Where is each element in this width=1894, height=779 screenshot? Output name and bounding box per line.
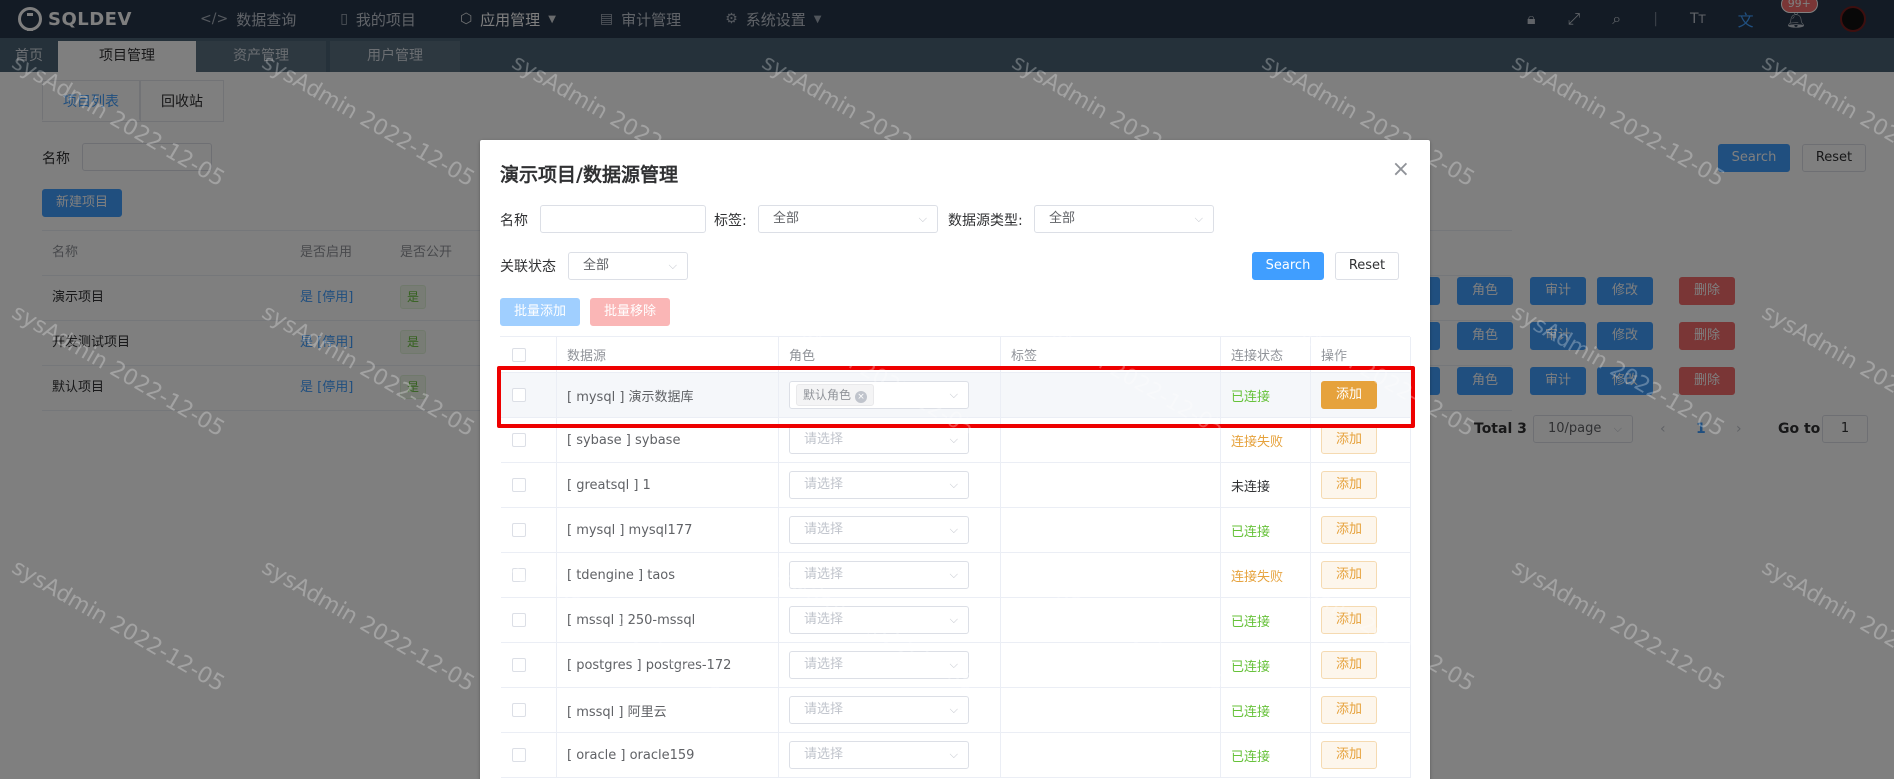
chevron-down-icon: ⌵ bbox=[949, 613, 958, 626]
connection-status: 已连接 bbox=[1221, 508, 1311, 552]
tag-cell bbox=[1001, 598, 1221, 642]
datasource-name: [ postgres ] postgres-172 bbox=[557, 643, 779, 687]
highlight-box bbox=[497, 366, 1415, 428]
link-status-label: 关联状态 bbox=[500, 259, 556, 275]
name-filter-input[interactable] bbox=[540, 205, 706, 233]
connection-status: 已连接 bbox=[1221, 688, 1311, 732]
tag-cell bbox=[1001, 553, 1221, 597]
type-filter-value: 全部 bbox=[1049, 211, 1076, 226]
type-filter-select[interactable]: 全部 ⌵ bbox=[1034, 205, 1214, 233]
chevron-down-icon: ⌵ bbox=[949, 568, 958, 581]
role-select[interactable]: 请选择 ⌵ bbox=[789, 561, 969, 589]
chevron-down-icon: ⌵ bbox=[949, 658, 958, 671]
table-row: [ mssql ] 250-mssql 请选择 ⌵ 已连接 添加 bbox=[501, 598, 1411, 643]
role-select[interactable]: 请选择 ⌵ bbox=[789, 696, 969, 724]
dialog-title: 演示项目/数据源管理 bbox=[500, 164, 678, 186]
add-button[interactable]: 添加 bbox=[1321, 426, 1377, 454]
datasource-name: [ mssql ] 阿里云 bbox=[557, 688, 779, 732]
chevron-down-icon: ⌵ bbox=[949, 523, 958, 536]
add-button[interactable]: 添加 bbox=[1321, 741, 1377, 769]
table-row: [ oracle ] oracle159 请选择 ⌵ 已连接 添加 bbox=[501, 733, 1411, 778]
role-placeholder: 请选择 bbox=[804, 567, 844, 582]
row-checkbox[interactable] bbox=[512, 568, 526, 582]
row-checkbox[interactable] bbox=[512, 433, 526, 447]
datasource-name: [ tdengine ] taos bbox=[557, 553, 779, 597]
close-icon[interactable]: × bbox=[1392, 159, 1410, 181]
chevron-down-icon: ⌵ bbox=[949, 478, 958, 491]
add-button[interactable]: 添加 bbox=[1321, 471, 1377, 499]
role-select[interactable]: 请选择 ⌵ bbox=[789, 741, 969, 769]
chevron-down-icon: ⌵ bbox=[949, 433, 958, 446]
add-button[interactable]: 添加 bbox=[1321, 606, 1377, 634]
connection-status: 已连接 bbox=[1221, 733, 1311, 777]
connection-status: 已连接 bbox=[1221, 643, 1311, 687]
link-status-select[interactable]: 全部 ⌵ bbox=[568, 252, 688, 280]
datasource-name: [ greatsql ] 1 bbox=[557, 463, 779, 507]
role-placeholder: 请选择 bbox=[804, 612, 844, 627]
role-placeholder: 请选择 bbox=[804, 522, 844, 537]
add-button[interactable]: 添加 bbox=[1321, 651, 1377, 679]
tag-cell bbox=[1001, 688, 1221, 732]
row-checkbox[interactable] bbox=[512, 748, 526, 762]
table-row: [ greatsql ] 1 请选择 ⌵ 未连接 添加 bbox=[501, 463, 1411, 508]
connection-status: 连接失败 bbox=[1221, 553, 1311, 597]
batch-add-button[interactable]: 批量添加 bbox=[500, 298, 580, 326]
role-placeholder: 请选择 bbox=[804, 747, 844, 762]
chevron-down-icon: ⌵ bbox=[668, 259, 677, 272]
table-row: [ mssql ] 阿里云 请选择 ⌵ 已连接 添加 bbox=[501, 688, 1411, 733]
tag-cell bbox=[1001, 733, 1221, 777]
row-checkbox[interactable] bbox=[512, 613, 526, 627]
role-select[interactable]: 请选择 ⌵ bbox=[789, 606, 969, 634]
datasource-name: [ oracle ] oracle159 bbox=[557, 733, 779, 777]
table-row: [ mysql ] mysql177 请选择 ⌵ 已连接 添加 bbox=[501, 508, 1411, 553]
table-row: [ tdengine ] taos 请选择 ⌵ 连接失败 添加 bbox=[501, 553, 1411, 598]
role-placeholder: 请选择 bbox=[804, 702, 844, 717]
name-filter-label: 名称 bbox=[500, 213, 528, 229]
tag-cell bbox=[1001, 508, 1221, 552]
tag-filter-value: 全部 bbox=[773, 211, 800, 226]
role-placeholder: 请选择 bbox=[804, 477, 844, 492]
chevron-down-icon: ⌵ bbox=[949, 703, 958, 716]
row-checkbox[interactable] bbox=[512, 703, 526, 717]
table-row: [ postgres ] postgres-172 请选择 ⌵ 已连接 添加 bbox=[501, 643, 1411, 688]
tag-filter-select[interactable]: 全部 ⌵ bbox=[758, 205, 938, 233]
datasource-table: 数据源 角色 标签 连接状态 操作 [ mysql ] 演示数据库 默认角色 × ⌵… bbox=[500, 336, 1411, 778]
connection-status: 未连接 bbox=[1221, 463, 1311, 507]
add-button[interactable]: 添加 bbox=[1321, 696, 1377, 724]
role-placeholder: 请选择 bbox=[804, 657, 844, 672]
role-placeholder: 请选择 bbox=[804, 432, 844, 447]
add-button[interactable]: 添加 bbox=[1321, 561, 1377, 589]
row-checkbox[interactable] bbox=[512, 658, 526, 672]
search-button[interactable]: Search bbox=[1252, 252, 1324, 280]
role-select[interactable]: 请选择 ⌵ bbox=[789, 426, 969, 454]
datasource-name: [ mysql ] mysql177 bbox=[557, 508, 779, 552]
role-select[interactable]: 请选择 ⌵ bbox=[789, 651, 969, 679]
chevron-down-icon: ⌵ bbox=[918, 212, 927, 225]
add-button[interactable]: 添加 bbox=[1321, 516, 1377, 544]
role-select[interactable]: 请选择 ⌵ bbox=[789, 471, 969, 499]
chevron-down-icon: ⌵ bbox=[1194, 212, 1203, 225]
link-status-value: 全部 bbox=[583, 258, 610, 273]
chevron-down-icon: ⌵ bbox=[949, 748, 958, 761]
role-select[interactable]: 请选择 ⌵ bbox=[789, 516, 969, 544]
reset-button[interactable]: Reset bbox=[1335, 252, 1399, 280]
connection-status: 已连接 bbox=[1221, 598, 1311, 642]
batch-remove-button[interactable]: 批量移除 bbox=[590, 298, 670, 326]
tag-cell bbox=[1001, 643, 1221, 687]
select-all-checkbox[interactable] bbox=[512, 347, 526, 362]
tag-cell bbox=[1001, 463, 1221, 507]
tag-filter-label: 标签: bbox=[714, 213, 747, 229]
datasource-dialog: 演示项目/数据源管理 × 名称 标签: 全部 ⌵ 数据源类型: 全部 ⌵ 关联状态 … bbox=[480, 140, 1430, 779]
row-checkbox[interactable] bbox=[512, 523, 526, 537]
type-filter-label: 数据源类型: bbox=[948, 213, 1023, 229]
row-checkbox[interactable] bbox=[512, 478, 526, 492]
datasource-name: [ mssql ] 250-mssql bbox=[557, 598, 779, 642]
